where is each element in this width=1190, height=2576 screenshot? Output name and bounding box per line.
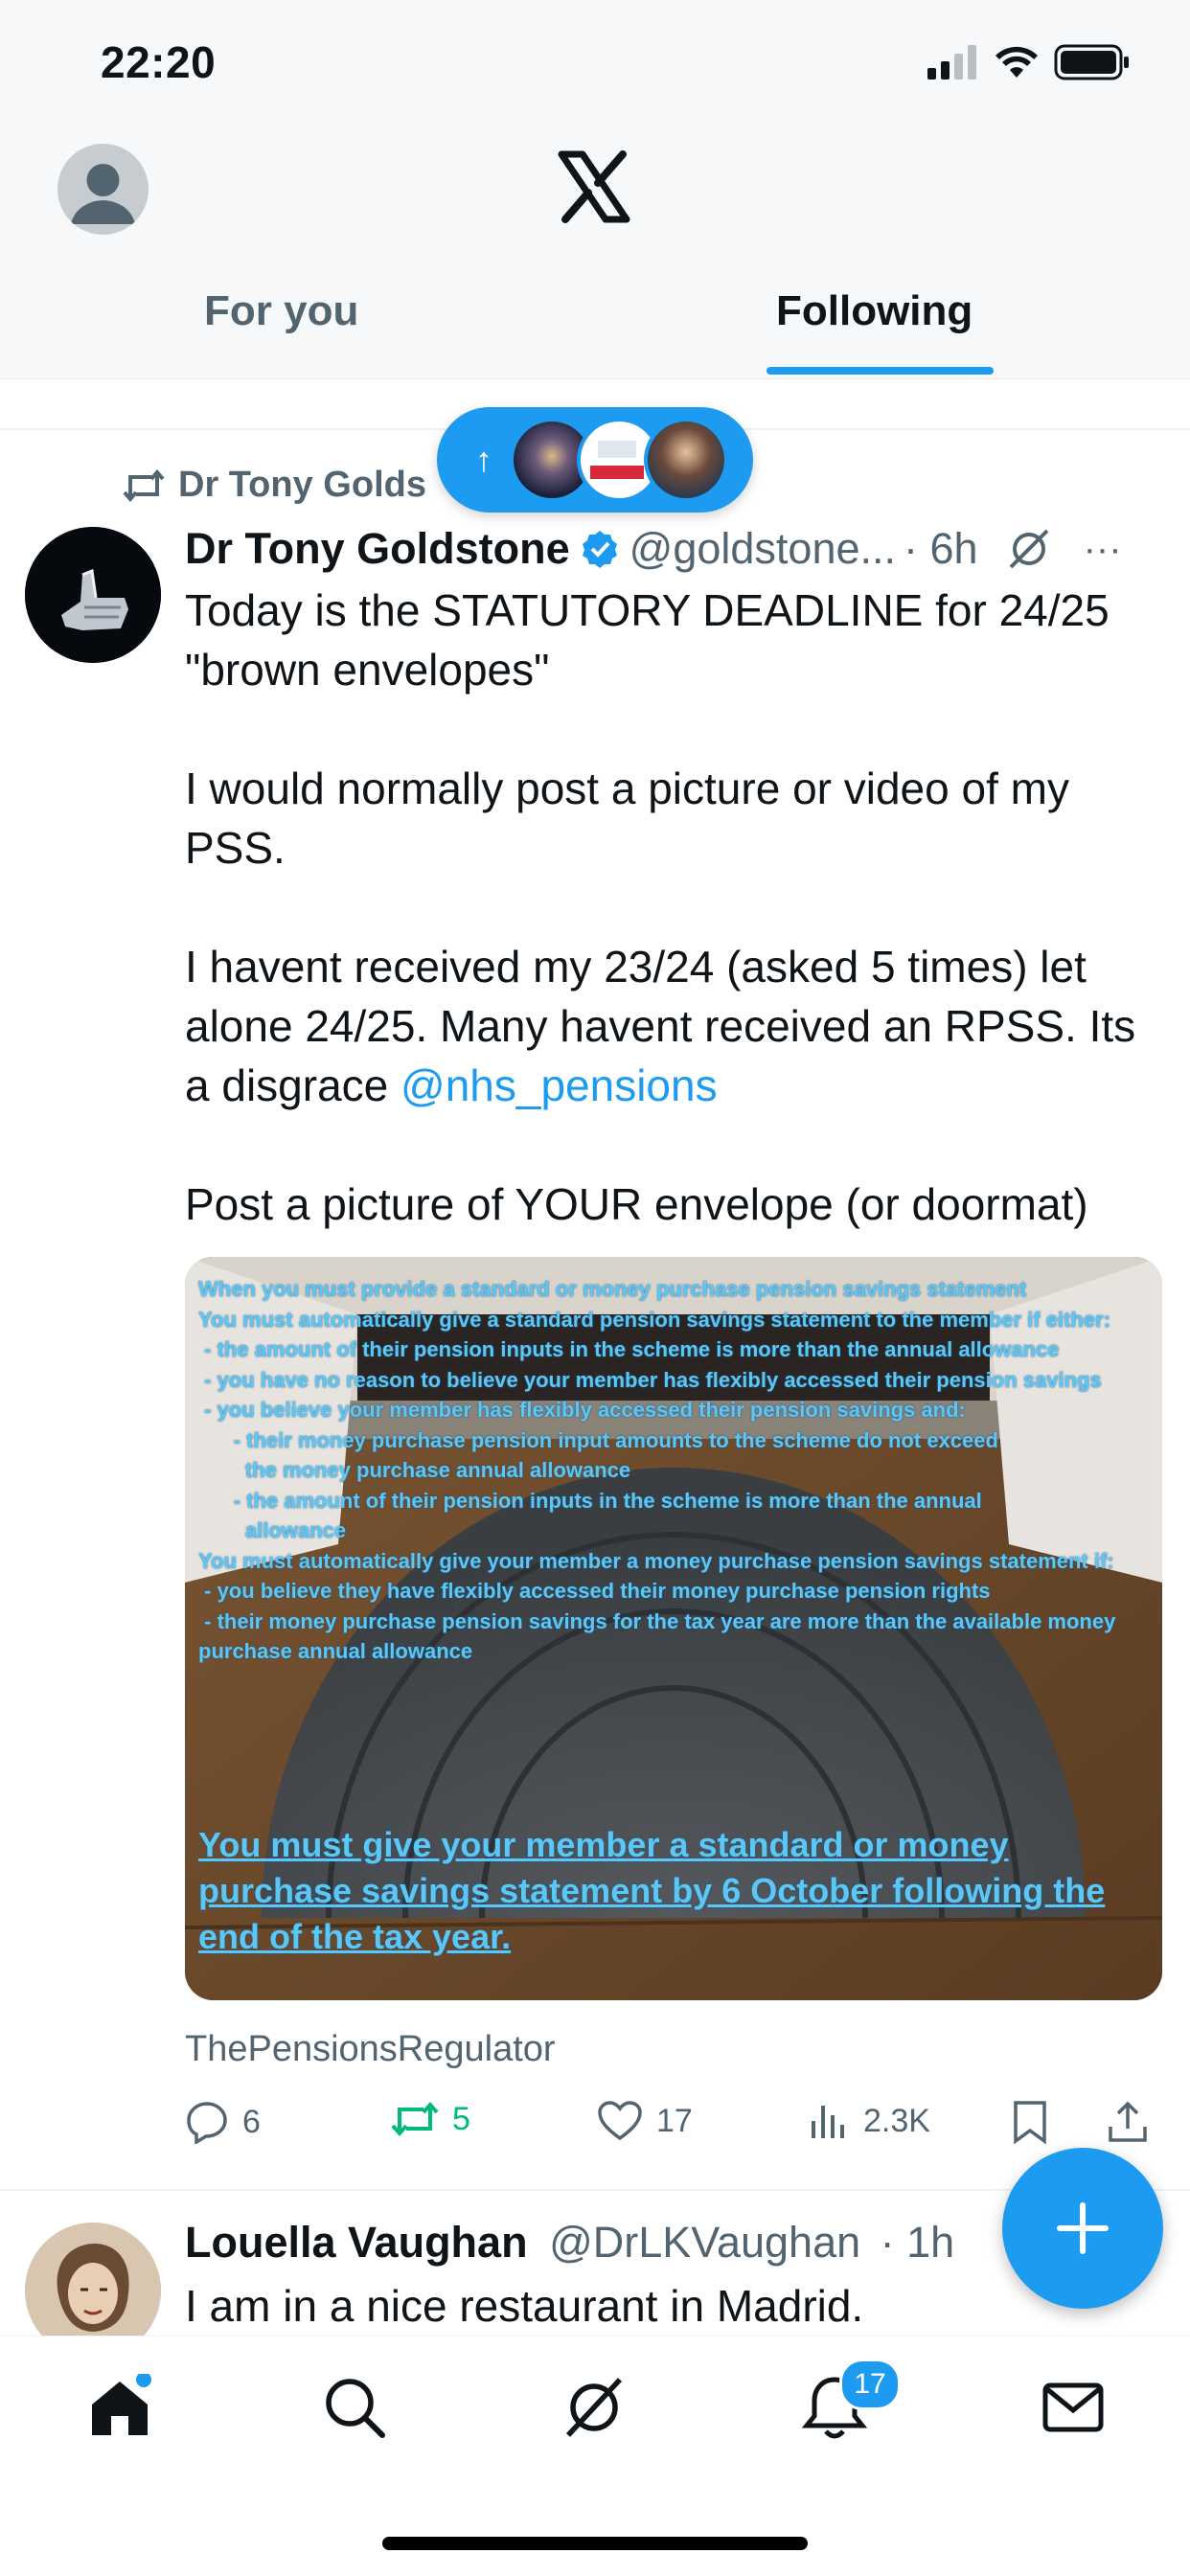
author-name[interactable]: Dr Tony Goldstone	[185, 524, 570, 574]
tweet-text-intro: Today is the STATUTORY DEADLINE for 24/2…	[185, 585, 1136, 1110]
plus-icon	[1057, 2202, 1109, 2254]
repost-icon	[391, 2101, 439, 2137]
image-source[interactable]: ThePensionsRegulator	[185, 2029, 556, 2070]
home-icon[interactable]	[86, 2374, 153, 2441]
verified-badge-icon	[582, 531, 617, 568]
profile-avatar[interactable]	[57, 144, 149, 235]
reply-count: 6	[242, 2103, 261, 2140]
tweet-text: Today is the STATUTORY DEADLINE for 24/2…	[185, 581, 1172, 1234]
arrow-up-icon: ↑	[475, 440, 492, 479]
tweet-text: I am in a nice restaurant in Madrid.	[185, 2281, 864, 2331]
tweet-time: · 1h	[880, 2218, 955, 2267]
new-posts-pill[interactable]: ↑	[437, 407, 753, 513]
home-indicator	[382, 2537, 808, 2550]
search-icon[interactable]	[321, 2374, 388, 2441]
tweet-image[interactable]: When you must provide a standard or mone…	[185, 1257, 1162, 2000]
view-count: 2.3K	[863, 2102, 930, 2139]
notifications-badge: 17	[839, 2359, 901, 2410]
image-overlay-headline: You must give your member a standard or …	[198, 1825, 1106, 1956]
share-icon	[1109, 2101, 1147, 2142]
tab-following[interactable]: Following	[776, 287, 973, 335]
new-post-avatar	[644, 418, 728, 502]
repost-label: Dr Tony Golds	[178, 465, 426, 505]
status-time: 22:20	[101, 37, 217, 87]
image-overlay-text: When you must provide a standard or mone…	[198, 1277, 1116, 1663]
heart-icon	[598, 2101, 642, 2141]
status-icons	[927, 44, 1131, 80]
tweet-text-outro: Post a picture of YOUR envelope (or door…	[185, 1179, 1088, 1229]
grok-icon[interactable]	[561, 2374, 628, 2441]
tab-active-indicator	[767, 367, 994, 375]
tweet-time: · 6h	[904, 524, 978, 573]
repost-count: 5	[452, 2100, 470, 2137]
repost-icon	[123, 468, 165, 502]
share-button[interactable]	[1107, 2100, 1149, 2144]
battery-icon	[1054, 44, 1129, 80]
like-button[interactable]: 17	[597, 2100, 693, 2142]
author-name[interactable]: Louella Vaughan	[185, 2218, 528, 2267]
reply-button[interactable]: 6	[185, 2100, 261, 2144]
author-avatar[interactable]	[25, 527, 161, 663]
mention-link[interactable]: @nhs_pensions	[400, 1060, 718, 1110]
compose-button[interactable]	[1002, 2148, 1163, 2309]
grok-icon[interactable]	[1007, 527, 1051, 571]
messages-envelope-icon[interactable]	[1040, 2374, 1107, 2441]
tweet-header: Louella Vaughan @DrLKVaughan · 1h	[185, 2218, 954, 2268]
repost-button[interactable]: 5	[391, 2100, 470, 2138]
repost-context: Dr Tony Golds	[123, 465, 426, 506]
more-icon[interactable]: ···	[1084, 528, 1122, 571]
author-handle[interactable]: @goldstone...	[629, 524, 896, 574]
tab-for-you[interactable]: For you	[204, 287, 358, 335]
default-avatar-icon	[71, 164, 135, 224]
bookmark-icon	[1014, 2101, 1046, 2144]
tweet-actions: 6 5 17 2.3K	[185, 2100, 1162, 2157]
like-count: 17	[656, 2102, 693, 2139]
views-icon	[812, 2106, 844, 2138]
reply-icon	[187, 2102, 227, 2144]
views-button[interactable]: 2.3K	[808, 2100, 930, 2142]
tweet-header: Dr Tony Goldstone @goldstone... · 6h ···	[185, 524, 1143, 574]
bookmark-button[interactable]	[1011, 2100, 1049, 2144]
signal-icon	[927, 45, 976, 80]
wifi-icon	[995, 46, 1038, 78]
author-handle[interactable]: @DrLKVaughan	[549, 2218, 860, 2267]
x-logo-icon[interactable]	[556, 148, 632, 225]
